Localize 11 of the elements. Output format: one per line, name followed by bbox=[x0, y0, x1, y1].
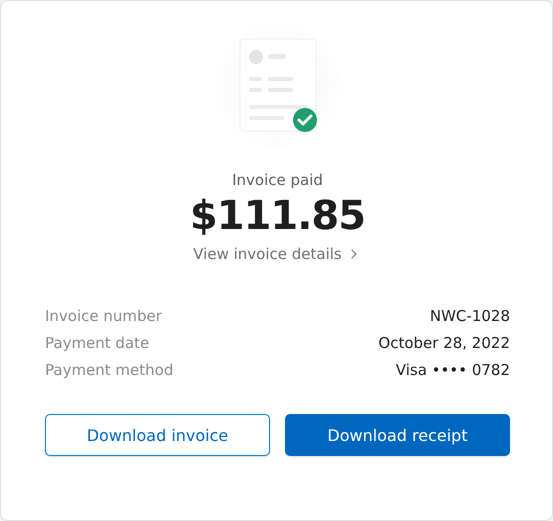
download-invoice-button[interactable]: Download invoice bbox=[45, 414, 270, 456]
detail-value: NWC-1028 bbox=[430, 307, 510, 325]
detail-value: October 28, 2022 bbox=[378, 334, 510, 352]
detail-value: Visa •••• 0782 bbox=[396, 361, 510, 379]
download-receipt-button[interactable]: Download receipt bbox=[285, 414, 510, 456]
status-text: Invoice paid bbox=[232, 171, 323, 189]
detail-label: Payment date bbox=[45, 334, 150, 352]
detail-label: Payment method bbox=[45, 361, 174, 379]
view-details-link[interactable]: View invoice details bbox=[193, 245, 362, 263]
detail-label: Invoice number bbox=[45, 307, 162, 325]
amount-text: $111.85 bbox=[190, 193, 366, 239]
